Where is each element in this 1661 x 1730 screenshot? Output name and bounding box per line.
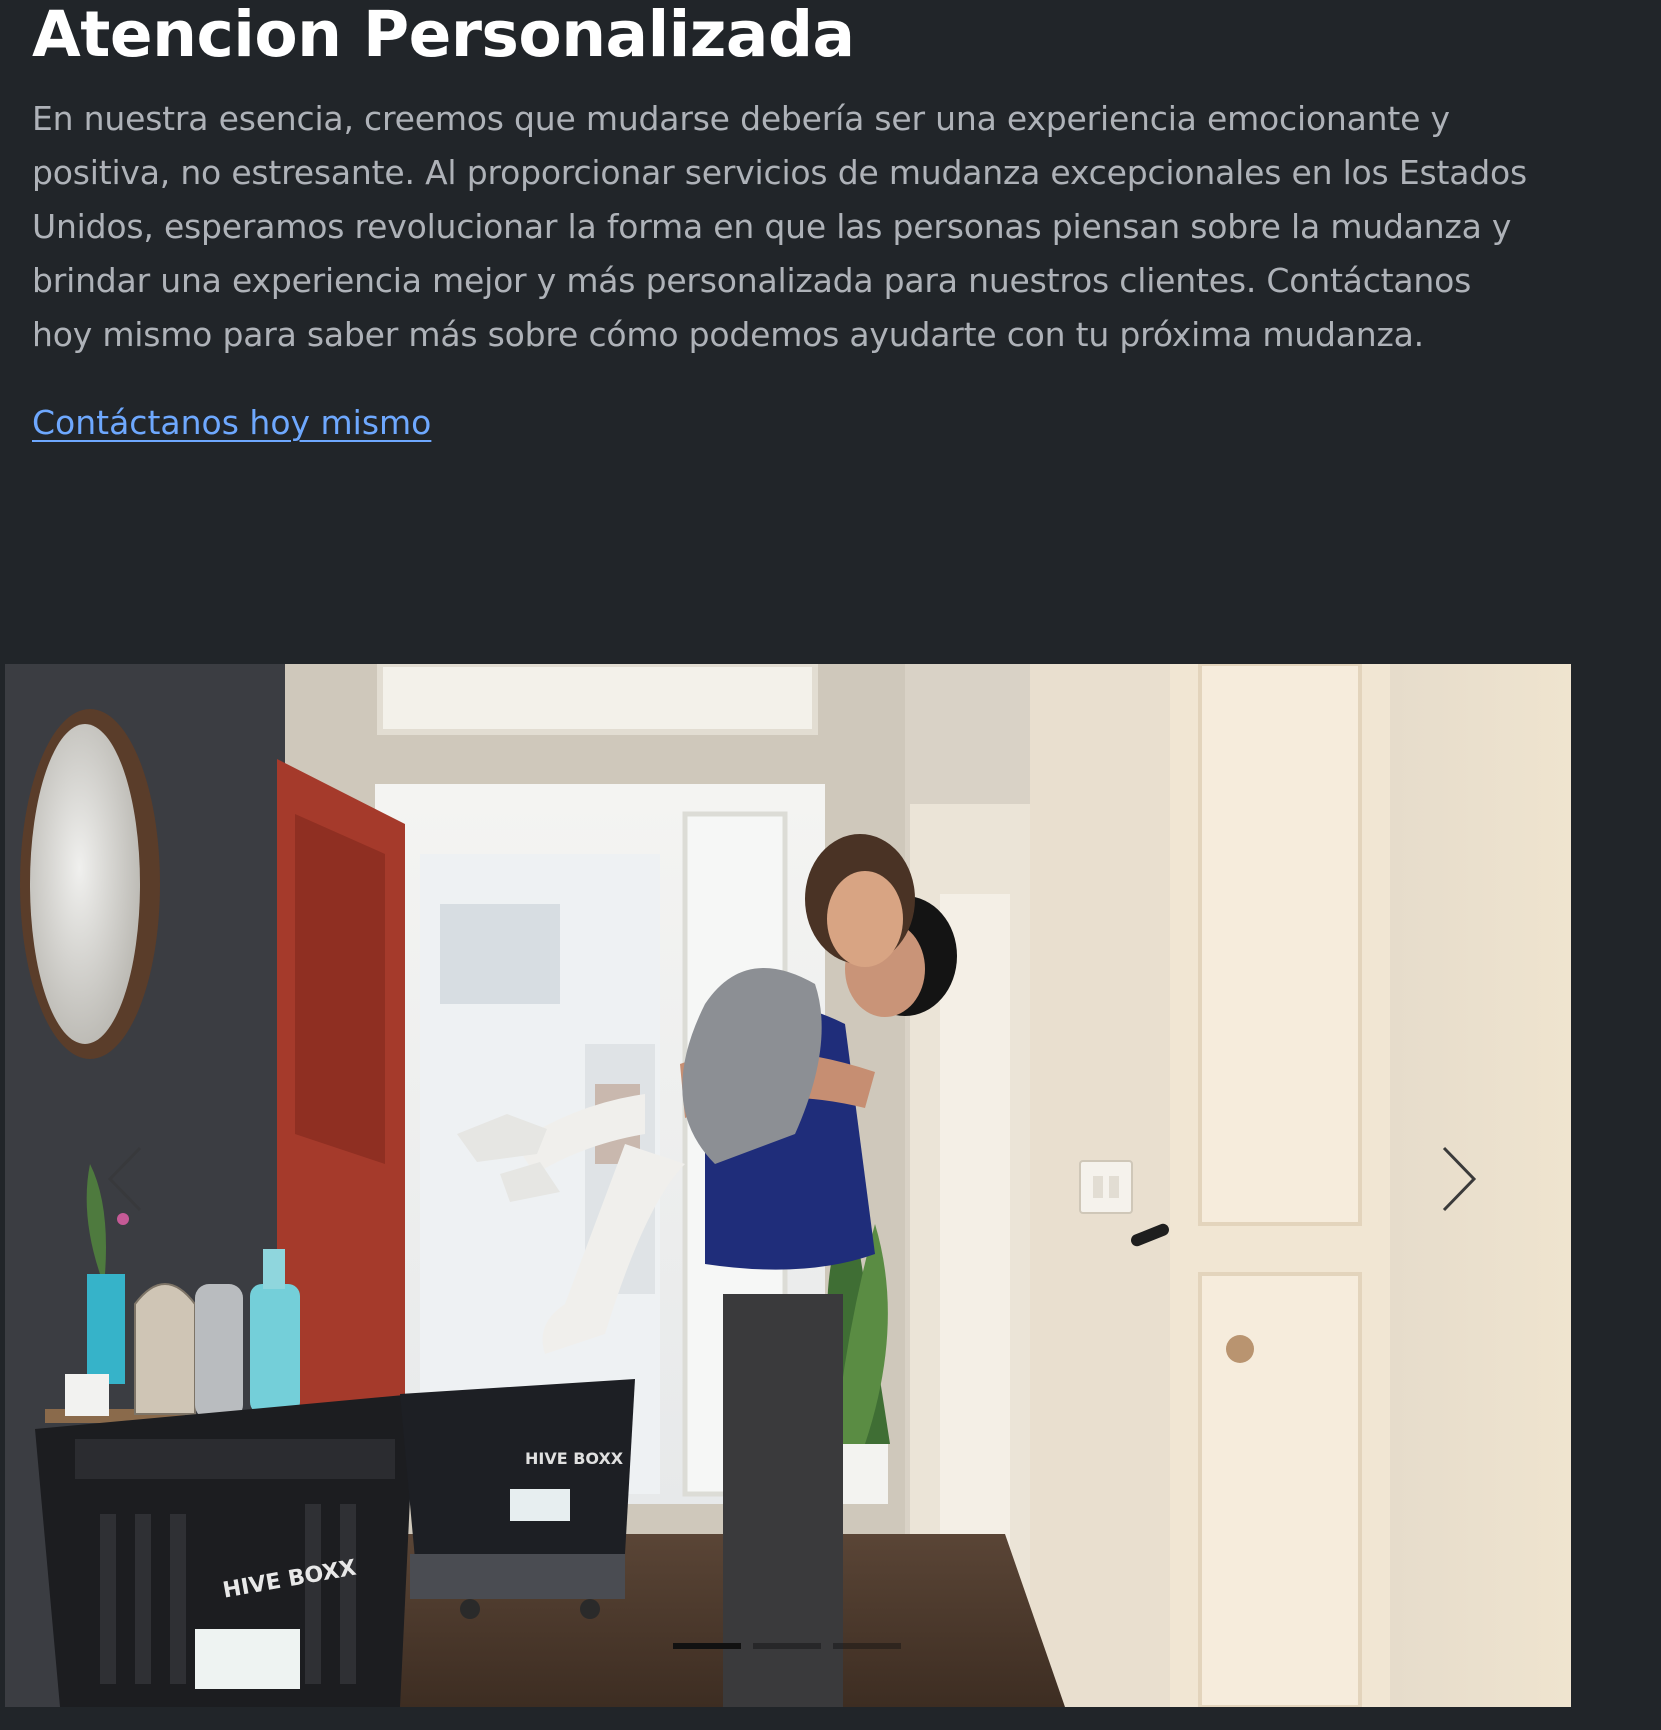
chevron-left-icon: [107, 1146, 142, 1212]
chevron-right-icon: [1442, 1146, 1477, 1212]
box-label-2: HIVE BOXX: [525, 1449, 624, 1468]
hero-section: Atencion Personalizada En nuestra esenci…: [32, 0, 1532, 362]
carousel-prev-button[interactable]: [81, 1124, 171, 1234]
carousel-indicators: [673, 1643, 901, 1649]
carousel-next-button[interactable]: [1413, 1124, 1503, 1234]
page-title: Atencion Personalizada: [32, 0, 855, 71]
intro-paragraph: En nuestra esencia, creemos que mudarse …: [32, 99, 1527, 354]
carousel-indicator-3[interactable]: [833, 1643, 901, 1649]
carousel-indicator-2[interactable]: [753, 1643, 821, 1649]
image-carousel: HIVE BOXX HIVE BOXX: [5, 664, 1571, 1707]
page: Atencion Personalizada En nuestra esenci…: [0, 0, 1661, 1730]
carousel-slide-image: HIVE BOXX HIVE BOXX: [5, 664, 1571, 1707]
contact-us-link[interactable]: Contáctanos hoy mismo: [32, 400, 431, 446]
carousel-indicator-1[interactable]: [673, 1643, 741, 1649]
